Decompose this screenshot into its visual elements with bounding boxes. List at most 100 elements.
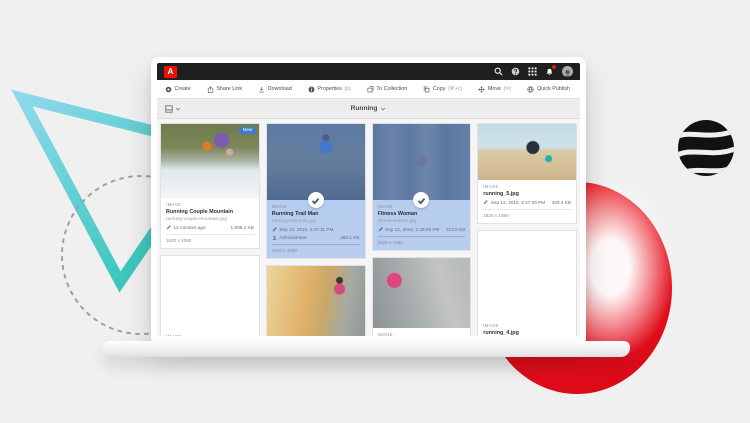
globe-icon (527, 86, 534, 93)
asset-type-label: IMAGE (166, 202, 254, 207)
asset-size: 329.4 KB (552, 200, 571, 205)
properties-shortcut: (p) (344, 86, 350, 92)
asset-title: Running Trail Man (272, 211, 360, 217)
asset-filename: fitness-woman.jpg (378, 219, 466, 224)
properties-button[interactable]: Properties (p) (308, 86, 351, 93)
search-icon[interactable] (494, 67, 503, 76)
adobe-logo[interactable]: A (164, 66, 177, 78)
edit-pencil-icon (483, 200, 488, 205)
user-avatar[interactable] (562, 66, 573, 77)
download-label: Download (268, 86, 292, 92)
share-icon (207, 86, 214, 93)
asset-card-running-3[interactable]: IMAGE running_3.jpg (372, 257, 472, 337)
asset-published-by: Administrator (279, 235, 307, 240)
chevron-down-icon (380, 106, 386, 112)
aem-assets-app: A (157, 63, 580, 336)
asset-card-fitness-woman[interactable]: IMAGE Fitness Woman fitness-woman.jpg Se… (372, 123, 472, 251)
to-collection-label: To Collection (376, 86, 407, 92)
asset-thumbnail[interactable] (373, 124, 471, 200)
asset-size: 1,008.4 KB (231, 225, 254, 230)
asset-title: running_4.jpg (483, 330, 571, 336)
asset-type-label: IMAGE (166, 334, 254, 337)
asset-card-running-trail-man[interactable]: IMAGE Running Trail Man running-trail-ma… (266, 123, 366, 259)
laptop-base (103, 341, 630, 357)
asset-thumbnail[interactable] (267, 124, 365, 200)
grid-column-2: IMAGE Running Trail Man running-trail-ma… (266, 123, 366, 332)
asset-size: 266.1 KB (340, 235, 359, 240)
move-label: Move (488, 86, 501, 92)
asset-filename: running-trail-man.jpg (272, 219, 360, 224)
laptop-screen: A (151, 57, 586, 342)
plus-circle-icon (165, 86, 172, 93)
user-icon (272, 235, 277, 240)
properties-label: Properties (317, 86, 342, 92)
asset-modified: Sep 12, 2016, 2:47:09 PM (491, 200, 545, 205)
collection-title-dropdown[interactable]: Running (351, 105, 387, 112)
download-button[interactable]: Download (258, 86, 291, 93)
create-label: Create (175, 86, 191, 92)
asset-title: running_5.jpg (483, 191, 571, 197)
selected-check-icon[interactable] (308, 192, 324, 208)
grid-column-4: IMAGE running_5.jpg Sep 12, 2016, 2:47:0… (477, 123, 577, 332)
copy-label: Copy (433, 86, 446, 92)
move-icon (478, 86, 485, 93)
asset-dimensions: 1620 x 1080 (378, 236, 466, 245)
edit-pencil-icon (378, 227, 383, 232)
asset-thumbnail[interactable] (373, 258, 471, 328)
copy-button[interactable]: Copy (⌘+c) (423, 86, 462, 93)
view-switcher[interactable] (165, 105, 181, 113)
asset-card-running-couple-mountain[interactable]: New IMAGE Running Couple Mountain runnin… (160, 123, 260, 249)
asset-card-running-4[interactable]: IMAGE running_4.jpg Sep 12, 2016, 2:47:0… (477, 230, 577, 336)
download-icon (258, 86, 265, 93)
asset-card-running-5[interactable]: IMAGE running_5.jpg Sep 12, 2016, 2:47:0… (477, 123, 577, 224)
selected-check-icon[interactable] (413, 192, 429, 208)
asset-dimensions: 1620 x 1080 (272, 244, 360, 253)
apps-grid-icon[interactable] (528, 67, 537, 76)
action-toolbar: Create Share Link Download Properties (p… (157, 80, 580, 99)
asset-title: Running Couple Mountain (166, 209, 254, 215)
avatar-person-icon (562, 68, 573, 77)
asset-thumbnail[interactable] (161, 256, 259, 330)
move-button[interactable]: Move (m) (478, 86, 511, 93)
quick-publish-button[interactable]: Quick Publish (527, 86, 569, 93)
asset-filename: running-couple-mountain.jpg (166, 217, 254, 222)
notifications-button[interactable] (545, 67, 554, 76)
collection-title: Running (351, 105, 378, 112)
move-shortcut: (m) (504, 86, 512, 92)
grid-column-1: New IMAGE Running Couple Mountain runnin… (160, 123, 260, 332)
asset-thumbnail[interactable] (478, 124, 576, 180)
notification-badge (552, 65, 556, 69)
info-circle-icon (308, 86, 315, 93)
asset-title: Fitness Woman (378, 211, 466, 217)
asset-modified: 12 minutes ago (174, 225, 206, 230)
asset-dimensions: 1620 x 1080 (166, 234, 254, 243)
top-navigation-bar: A (157, 63, 580, 80)
create-button[interactable]: Create (165, 86, 191, 93)
page-background: A (0, 0, 750, 423)
to-collection-button[interactable]: To Collection (367, 86, 407, 93)
asset-thumbnail[interactable] (267, 266, 365, 337)
to-collection-icon (367, 86, 374, 93)
help-icon[interactable] (511, 67, 520, 76)
wave-logo (676, 118, 736, 178)
asset-card-running-hills[interactable]: IMAGE (160, 255, 260, 337)
asset-thumbnail[interactable] (478, 231, 576, 319)
asset-modified: Sep 12, 2016, 2:47:11 PM (279, 227, 333, 232)
grid-column-3: IMAGE Fitness Woman fitness-woman.jpg Se… (372, 123, 472, 332)
card-view-icon (165, 105, 173, 113)
asset-grid: New IMAGE Running Couple Mountain runnin… (157, 119, 580, 336)
copy-shortcut: (⌘+c) (448, 86, 462, 92)
quick-publish-label: Quick Publish (537, 86, 570, 92)
asset-modified: Sep 12, 2016, 2:46:08 PM (385, 227, 439, 232)
share-link-button[interactable]: Share Link (207, 86, 242, 93)
edit-pencil-icon (166, 225, 171, 230)
asset-type-label: IMAGE (483, 184, 571, 189)
asset-card-running-1[interactable]: IMAGE running_1.jpg (266, 265, 366, 337)
asset-size: 212.6 KB (446, 227, 465, 232)
asset-thumbnail[interactable]: New (161, 124, 259, 198)
share-link-label: Share Link (216, 86, 242, 92)
copy-icon (423, 86, 430, 93)
collection-header: Running (157, 99, 580, 119)
edit-pencil-icon (272, 227, 277, 232)
asset-type-label: IMAGE (483, 323, 571, 328)
